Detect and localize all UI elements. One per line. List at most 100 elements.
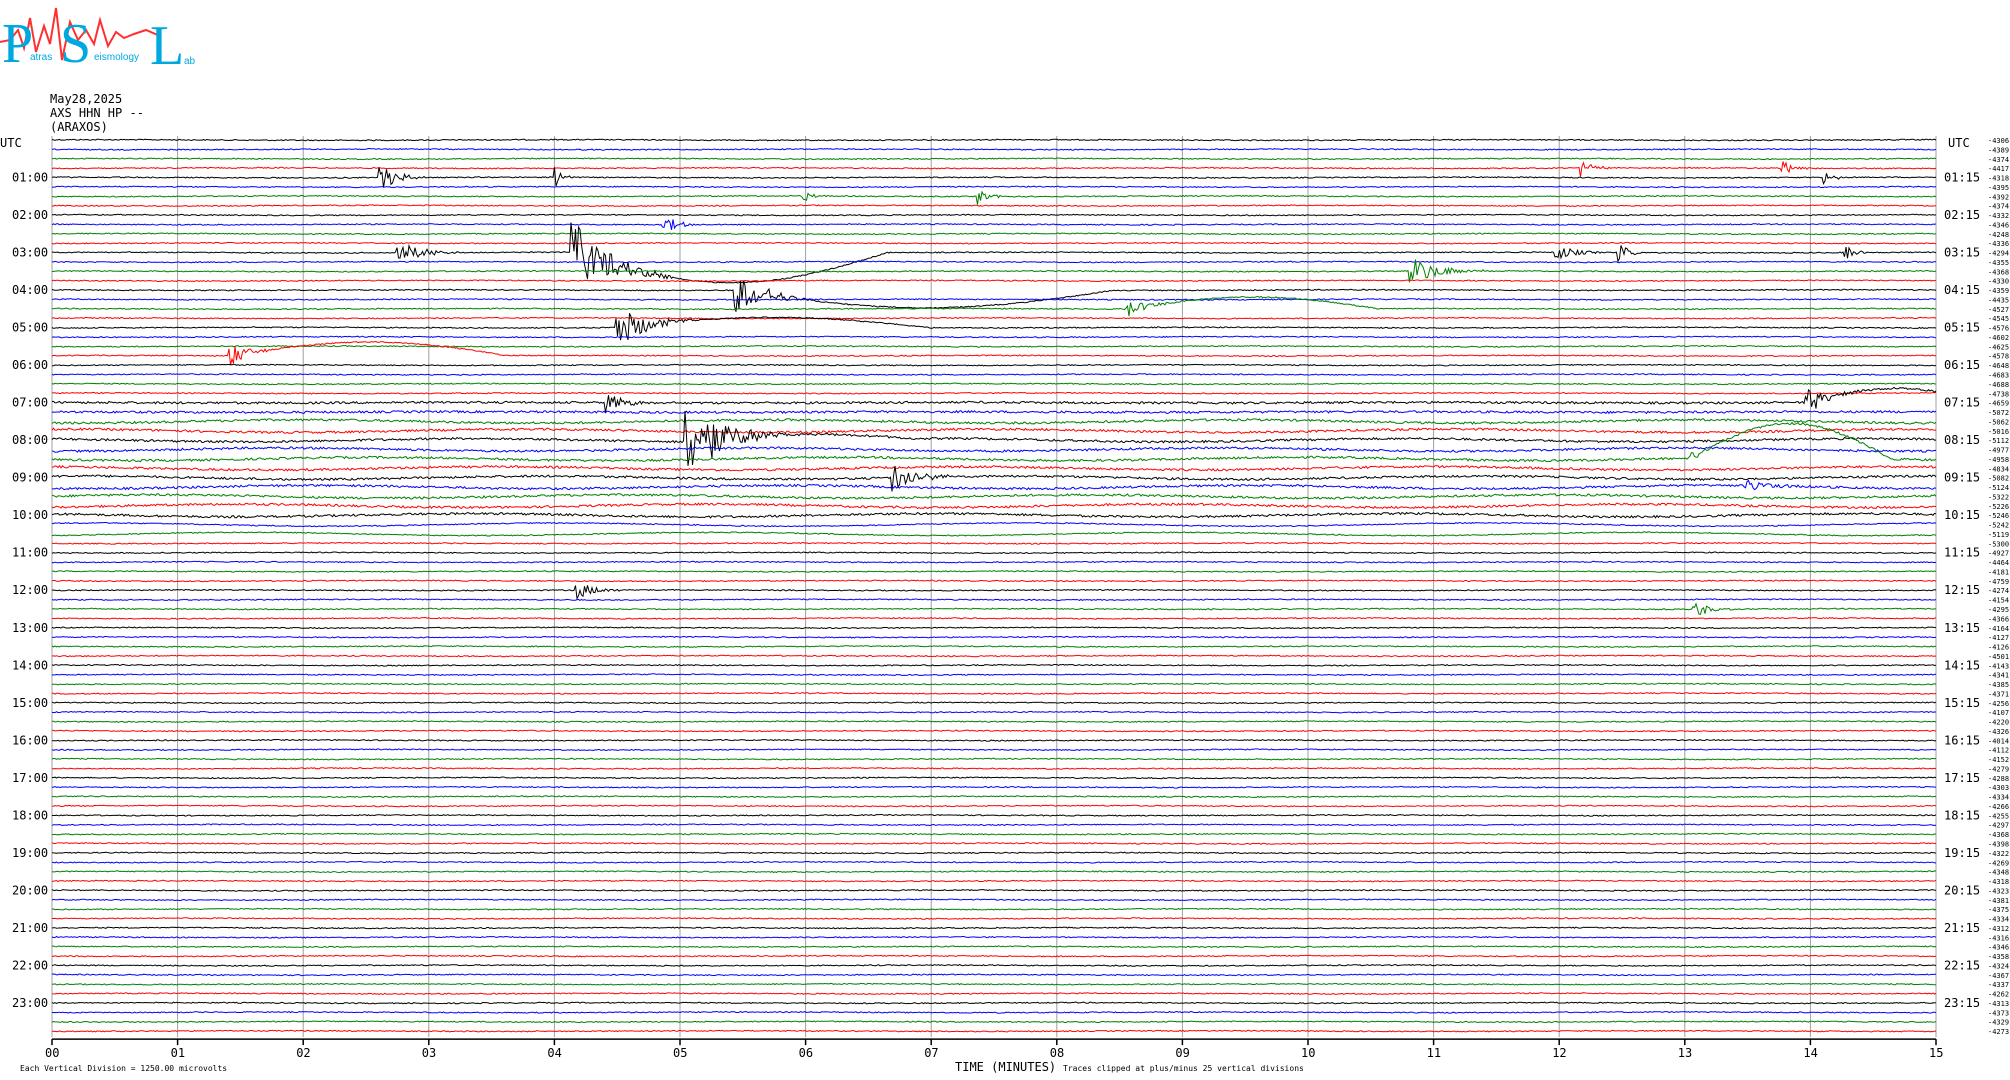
trace-line bbox=[51, 241, 1937, 245]
trace-line bbox=[51, 219, 1937, 230]
trace-offset-label: -4322 bbox=[1988, 850, 2009, 858]
trace-line bbox=[51, 982, 1936, 986]
trace-offset-label: -4295 bbox=[1988, 606, 2009, 614]
x-tick-label: 07 bbox=[924, 1046, 938, 1060]
left-hour-label: 23:00 bbox=[12, 996, 48, 1010]
left-hour-label: 16:00 bbox=[12, 733, 48, 747]
trace-offset-label: -4323 bbox=[1988, 887, 2009, 895]
trace-line bbox=[51, 935, 1937, 939]
trace-offset-label: -4126 bbox=[1988, 644, 2009, 652]
trace-line bbox=[51, 954, 1937, 958]
left-hour-label: 10:00 bbox=[12, 508, 48, 522]
right-hour-label: 06:15 bbox=[1944, 358, 1980, 372]
left-hour-label: 21:00 bbox=[12, 921, 48, 935]
x-tick-label: 00 bbox=[45, 1046, 59, 1060]
trace-offset-label: -5322 bbox=[1988, 493, 2009, 501]
x-tick-label: 01 bbox=[171, 1046, 185, 1060]
trace-offset-label: -4306 bbox=[1988, 137, 2009, 145]
right-hour-label: 11:15 bbox=[1944, 546, 1980, 560]
trace-offset-label: -4255 bbox=[1988, 812, 2009, 820]
right-hour-label: 19:15 bbox=[1944, 846, 1980, 860]
x-tick-label: 03 bbox=[422, 1046, 436, 1060]
right-hour-label: 10:15 bbox=[1944, 508, 1980, 522]
trace-offset-label: -4683 bbox=[1988, 372, 2009, 380]
trace-line bbox=[51, 767, 1937, 770]
trace-line bbox=[51, 222, 1937, 284]
trace-line bbox=[51, 635, 1937, 639]
trace-line bbox=[51, 386, 1937, 413]
x-tick-label: 06 bbox=[799, 1046, 813, 1060]
trace-offset-label: -5112 bbox=[1988, 437, 2009, 445]
left-hour-label: 02:00 bbox=[12, 208, 48, 222]
trace-offset-label: -5300 bbox=[1988, 540, 2009, 548]
trace-line bbox=[51, 851, 1937, 855]
trace-line bbox=[51, 570, 1937, 573]
trace-line bbox=[51, 521, 1937, 528]
trace-offset-label: -4181 bbox=[1988, 568, 2009, 576]
trace-line bbox=[51, 259, 1937, 283]
left-hour-label: 19:00 bbox=[12, 846, 48, 860]
trace-line bbox=[51, 373, 1937, 376]
trace-offset-label: -4164 bbox=[1988, 625, 2009, 633]
left-hour-label: 01:00 bbox=[12, 171, 48, 185]
trace-offset-label: -4368 bbox=[1988, 831, 2009, 839]
trace-offset-label: -4248 bbox=[1988, 231, 2009, 239]
trace-line bbox=[51, 279, 1937, 283]
trace-offset-label: -4366 bbox=[1988, 615, 2009, 623]
trace-line bbox=[51, 167, 1937, 188]
trace-offset-label: -4545 bbox=[1988, 315, 2009, 323]
trace-line bbox=[51, 391, 1937, 395]
trace-offset-label: -4330 bbox=[1988, 278, 2009, 286]
trace-offset-label: -4154 bbox=[1988, 597, 2009, 605]
x-axis-title: TIME (MINUTES) bbox=[955, 1060, 1056, 1074]
trace-offset-label: -4329 bbox=[1988, 1019, 2009, 1027]
left-hour-label: 08:00 bbox=[12, 433, 48, 447]
trace-line bbox=[51, 335, 1937, 339]
trace-offset-label: -4358 bbox=[1988, 953, 2009, 961]
x-tick-label: 05 bbox=[673, 1046, 687, 1060]
right-hour-labels: 01:15 02:15 03:15 04:15 05:15 06:15 07:15 08:15… bbox=[1944, 171, 1980, 1010]
trace-line bbox=[51, 757, 1937, 761]
trace-line bbox=[51, 813, 1937, 817]
trace-line bbox=[51, 720, 1937, 723]
trace-line bbox=[52, 682, 1937, 686]
trace-offset-label: -4326 bbox=[1988, 728, 2009, 736]
trace-offset-label: -4395 bbox=[1988, 184, 2009, 192]
left-hour-label: 06:00 bbox=[12, 358, 48, 372]
trace-line bbox=[51, 531, 1937, 537]
trace-offset-label: -4336 bbox=[1988, 240, 2009, 248]
trace-offset-label: -4312 bbox=[1988, 925, 2009, 933]
trace-offset-label: -4688 bbox=[1988, 381, 2009, 389]
trace-line bbox=[51, 464, 1937, 472]
footer-right-note: Traces clipped at plus/minus 25 vertical… bbox=[1063, 1064, 1304, 1073]
right-hour-label: 12:15 bbox=[1944, 583, 1980, 597]
left-hour-label: 22:00 bbox=[12, 958, 48, 972]
right-hour-label: 02:15 bbox=[1944, 208, 1980, 222]
x-tick-label: 15 bbox=[1929, 1046, 1943, 1060]
left-hour-label: 04:00 bbox=[12, 283, 48, 297]
trace-offset-label: -4501 bbox=[1988, 653, 2009, 661]
trace-offset-label: -4578 bbox=[1988, 353, 2009, 361]
left-hour-label: 11:00 bbox=[12, 546, 48, 560]
trace-offset-label: -4288 bbox=[1988, 775, 2009, 783]
trace-line bbox=[51, 479, 1937, 491]
trace-line bbox=[51, 663, 1937, 667]
trace-line bbox=[52, 692, 1937, 695]
trace-offset-label: -5072 bbox=[1988, 409, 2009, 417]
left-hour-labels: 01:00 02:00 03:00 04:00 05:00 06:00 07:00 08:00… bbox=[12, 171, 48, 1010]
trace-offset-label: -4417 bbox=[1988, 165, 2009, 173]
trace-line bbox=[51, 427, 1937, 435]
trace-offset-label: -4738 bbox=[1988, 390, 2009, 398]
trace-offset-label: -4316 bbox=[1988, 934, 2009, 942]
trace-line bbox=[51, 161, 1937, 177]
trace-line bbox=[51, 418, 1937, 425]
trace-line bbox=[52, 832, 1937, 836]
helicorder-plot: 01:00 02:00 03:00 04:00 05:00 06:00 07:00 08:00… bbox=[0, 136, 2009, 1074]
right-hour-label: 05:15 bbox=[1944, 321, 1980, 335]
trace-offset-label: -4368 bbox=[1988, 268, 2009, 276]
trace-offset-label: -4279 bbox=[1988, 765, 2009, 773]
left-hour-label: 03:00 bbox=[12, 246, 48, 260]
trace-line bbox=[51, 860, 1936, 864]
seismic-traces bbox=[51, 138, 1937, 1033]
trace-line bbox=[51, 945, 1937, 949]
